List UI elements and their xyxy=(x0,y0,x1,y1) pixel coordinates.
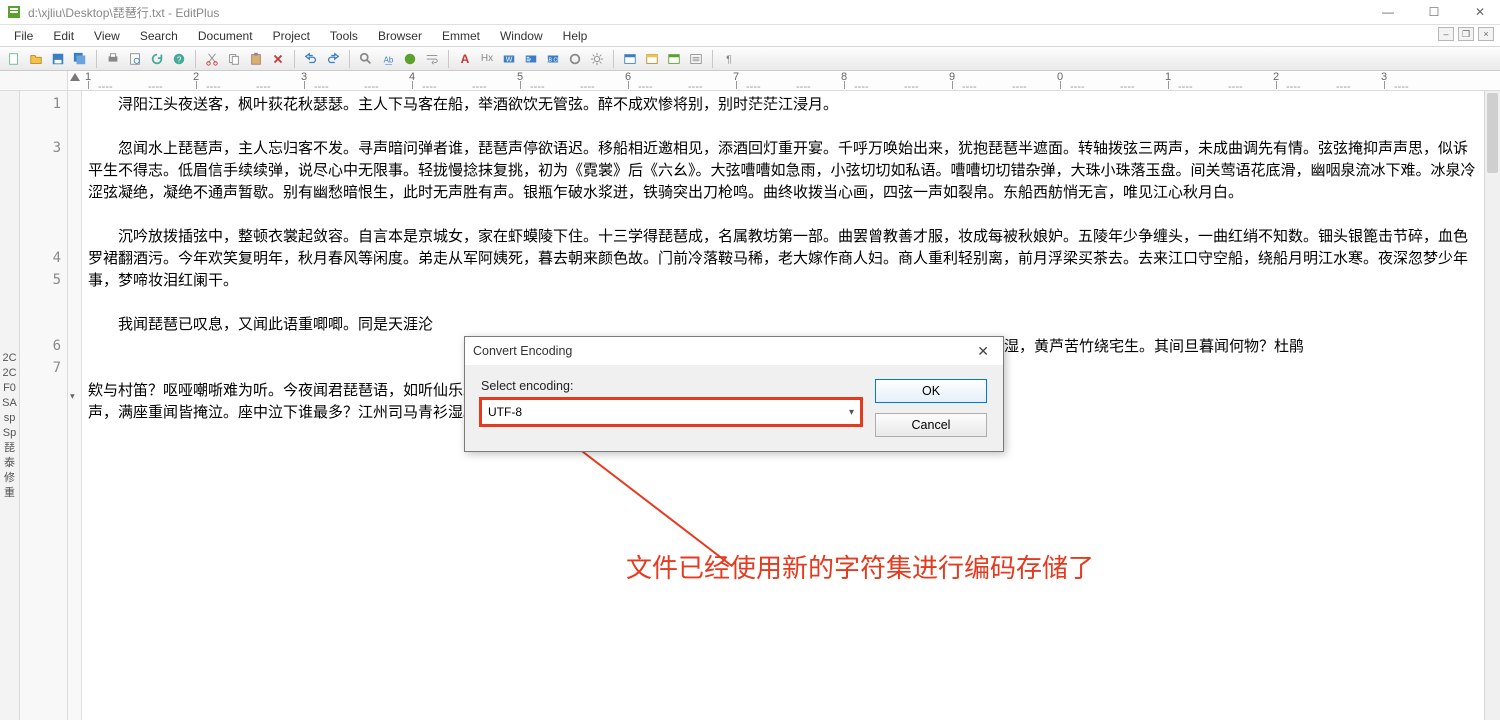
convert-encoding-dialog: Convert Encoding ✕ Select encoding: UTF-… xyxy=(464,336,1004,452)
directory-icon[interactable] xyxy=(686,49,706,69)
annotation-text: 文件已经使用新的字符集进行编码存储了 xyxy=(626,557,1094,579)
mdi-minimize[interactable]: – xyxy=(1438,27,1454,41)
terminal-icon[interactable]: ¶ xyxy=(719,49,739,69)
vertical-scrollbar[interactable] xyxy=(1484,91,1500,720)
find-in-files-icon[interactable]: A͟b xyxy=(378,49,398,69)
settings-icon[interactable] xyxy=(587,49,607,69)
menu-tools[interactable]: Tools xyxy=(322,27,366,45)
paste-icon[interactable] xyxy=(246,49,266,69)
menu-search[interactable]: Search xyxy=(132,27,186,45)
browser-icon[interactable] xyxy=(400,49,420,69)
menu-document[interactable]: Document xyxy=(190,27,261,45)
line-number-gutter: 1 3 4 5 6 7 xyxy=(20,91,68,720)
help-icon[interactable]: ? xyxy=(169,49,189,69)
menu-emmet[interactable]: Emmet xyxy=(434,27,488,45)
svg-text:W: W xyxy=(506,56,513,63)
fold-column: ▸ xyxy=(68,91,82,720)
chevron-down-icon: ▾ xyxy=(849,407,854,418)
copy-icon[interactable] xyxy=(224,49,244,69)
encoding-combobox[interactable]: UTF-8 ▾ xyxy=(481,399,861,425)
wordwrap-icon[interactable] xyxy=(422,49,442,69)
menu-help[interactable]: Help xyxy=(555,27,596,45)
text-line[interactable]: 浔阳江头夜送客，枫叶荻花秋瑟瑟。主人下马客在船，举酒欲饮无管弦。醉不成欢惨将别，… xyxy=(88,93,1478,115)
ruler: ----1--------2--------3--------4--------… xyxy=(68,71,1500,91)
open-file-icon[interactable] xyxy=(26,49,46,69)
cut-icon[interactable] xyxy=(202,49,222,69)
text-line[interactable]: 我闻琵琶已叹息，又闻此语重唧唧。同是天涯沦 xyxy=(88,313,433,335)
delete-icon[interactable] xyxy=(268,49,288,69)
app-icon xyxy=(6,4,22,20)
side-file-tabs[interactable]: 2C2CF0SAspSp琵泰修重 xyxy=(0,91,20,720)
menu-view[interactable]: View xyxy=(86,27,128,45)
encoding-value: UTF-8 xyxy=(488,405,522,419)
mdi-close[interactable]: × xyxy=(1478,27,1494,41)
spellcheck-icon[interactable] xyxy=(565,49,585,69)
ok-button[interactable]: OK xyxy=(875,379,987,403)
save-all-icon[interactable] xyxy=(70,49,90,69)
menu-project[interactable]: Project xyxy=(265,27,318,45)
window-title: d:\xjliu\Desktop\琵琶行.txt - EditPlus xyxy=(28,4,1374,21)
svg-text:¶: ¶ xyxy=(726,53,732,65)
font-size-icon[interactable]: A xyxy=(455,49,475,69)
menu-window[interactable]: Window xyxy=(492,27,551,45)
svg-text:AB CD: AB CD xyxy=(546,57,560,63)
new-file-icon[interactable] xyxy=(4,49,24,69)
dialog-title: Convert Encoding xyxy=(473,344,572,358)
text-line[interactable]: 忽闻水上琵琶声，主人忘归客不发。寻声暗问弹者谁，琵琶声停欲语迟。移船相近邀相见，… xyxy=(88,137,1478,203)
window-close[interactable]: ✕ xyxy=(1466,5,1494,19)
undo-icon[interactable] xyxy=(301,49,321,69)
menu-bar: File Edit View Search Document Project T… xyxy=(0,25,1500,47)
highlight-icon[interactable]: W xyxy=(499,49,519,69)
columns-icon[interactable]: AB CD xyxy=(543,49,563,69)
window-minimize[interactable]: — xyxy=(1374,5,1402,19)
select-encoding-label: Select encoding: xyxy=(481,379,861,393)
dialog-close-icon[interactable]: ✕ xyxy=(971,343,995,360)
text-line[interactable]: 沉吟放拨插弦中，整顿衣裳起敛容。自言本是京城女，家在虾蟆陵下住。十三学得琵琶成，… xyxy=(88,225,1478,291)
toolbar: ? A͟b A Hx W AB CD ¶ xyxy=(0,47,1500,71)
menu-edit[interactable]: Edit xyxy=(45,27,82,45)
svg-text:A͟b: A͟b xyxy=(384,55,394,64)
print-icon[interactable] xyxy=(103,49,123,69)
redo-icon[interactable] xyxy=(323,49,343,69)
svg-text:?: ? xyxy=(177,55,182,64)
hex-mode-icon[interactable]: Hx xyxy=(477,49,497,69)
window3-icon[interactable] xyxy=(664,49,684,69)
cancel-button[interactable]: Cancel xyxy=(875,413,987,437)
menu-file[interactable]: File xyxy=(6,27,41,45)
find-icon[interactable] xyxy=(356,49,376,69)
print-preview-icon[interactable] xyxy=(125,49,145,69)
menu-browser[interactable]: Browser xyxy=(370,27,430,45)
indent-guide-icon[interactable] xyxy=(521,49,541,69)
window-maximize[interactable]: ☐ xyxy=(1420,5,1448,19)
window2-icon[interactable] xyxy=(642,49,662,69)
mdi-restore[interactable]: ❐ xyxy=(1458,27,1474,41)
window1-icon[interactable] xyxy=(620,49,640,69)
save-icon[interactable] xyxy=(48,49,68,69)
reload-icon[interactable] xyxy=(147,49,167,69)
